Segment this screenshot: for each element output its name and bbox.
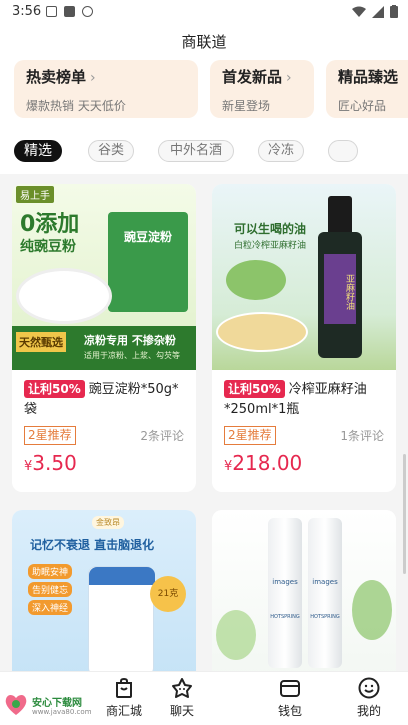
status-bar: 3:56 [0,0,408,24]
bottle-graphic: 亚麻籽油 [318,232,362,358]
can-label: HOTSPRING [310,614,340,620]
tab-label: 钱包 [277,704,302,718]
comment-count: 2条评论 [140,429,184,443]
status-time: 3:56 [12,4,42,19]
spray-can-2: images HOTSPRING [308,518,342,668]
watermark: 安心下载网 www.java80.com [2,686,106,722]
filter-chips: 精选 谷类 中外名酒 冷冻 [0,130,408,174]
rating-badge: 2星推荐 [224,426,276,445]
image-usage: 凉粉专用 不掺杂粉 [84,334,176,347]
app-header: 商联道 [0,24,408,60]
can-brand: images [312,578,338,586]
chip-grains[interactable]: 谷类 [88,140,134,162]
bottle-neck [328,196,352,236]
leaf-graphic-2 [216,610,256,660]
bottle-label: 亚麻籽油 [324,254,356,324]
wallet-icon [280,680,300,697]
watermark-logo-icon [5,695,27,715]
tab-profile[interactable]: 我的 [334,676,404,719]
category-name: 首发新品 [222,68,283,86]
chevron-right-icon: › [90,70,96,86]
image-banner: 天然甄选 凉粉专用 不掺杂粉 适用于凉粉、上浆、勾芡等 [12,326,196,370]
category-hot-list[interactable]: 热卖榜单 › 爆款热销 天天低价 [14,60,198,118]
price-value: 218.00 [232,451,303,475]
package-graphic: 豌豆淀粉 [108,212,188,312]
dish-graphic [16,268,112,324]
tab-label: 我的 [356,704,381,718]
notification-icon-3 [82,6,93,17]
image-line: 可以生喝的油 [234,222,307,236]
product-card-linseed-oil[interactable]: 可以生喝的油 白粒冷榨亚麻籽油 亚麻籽油 让利50% 冷榨亚麻籽油*250ml*1… [212,184,396,492]
watermark-title: 安心下载网 [32,698,82,709]
bottle-cap [89,567,155,585]
bottle-graphic [88,566,155,671]
notification-icon-2 [64,6,75,17]
chip-frozen[interactable]: 冷冻 [258,140,304,162]
watermark-url: www.java80.com [32,708,92,716]
page-title: 商联道 [181,33,227,51]
chip-more[interactable] [328,140,358,162]
benefit-3: 深入神经 [28,600,73,615]
product-price: ¥218.00 [224,451,384,475]
status-icons [352,5,398,18]
category-selected[interactable]: 精品臻选 匠心好品 [326,60,408,118]
can-brand: images [272,578,298,586]
chip-wine[interactable]: 中外名酒 [158,140,234,162]
category-row: 热卖榜单 › 爆款热销 天天低价 首发新品 › 新星登场 精品臻选 匠心好品 [0,60,408,130]
tab-label: 聊天 [169,704,194,718]
price-value: 3.50 [32,451,77,475]
discount-badge: 让利50% [24,380,85,398]
category-name: 精品臻选 [338,68,399,86]
leaf-graphic [352,580,392,640]
product-image: images HOTSPRING images HOTSPRING [212,510,396,671]
product-image: 可以生喝的油 白粒冷榨亚麻籽油 亚麻籽油 [212,184,396,370]
category-name: 热卖榜单 [26,68,87,86]
benefit-2: 告别健忘 [28,582,73,597]
package-label: 豌豆淀粉 [123,230,172,244]
image-badge: 天然甄选 [16,332,66,352]
signal-icon [372,5,384,18]
oil-dish-graphic [216,312,308,352]
battery-icon [390,5,398,18]
product-price: ¥3.50 [24,451,184,475]
shopping-bag-icon [116,677,132,698]
comment-count: 1条评论 [340,429,384,443]
can-label: HOTSPRING [270,614,300,620]
notification-icon [46,6,57,17]
product-grid: 易上手 0添加 纯豌豆粉 豌豆淀粉 天然甄选 凉粉专用 不掺杂粉 适用于凉粉、上… [0,174,408,671]
salad-graphic [226,260,286,300]
category-sub: 爆款热销 天天低价 [26,99,126,113]
image-brand: 金致昂 [92,516,124,529]
category-new[interactable]: 首发新品 › 新星登场 [210,60,314,118]
image-headline-2: 纯豌豆粉 [20,239,76,255]
image-tag: 易上手 [16,186,54,203]
product-title: 让利50% 冷榨亚麻籽油*250ml*1瓶 [224,380,384,420]
scrollbar[interactable] [403,454,406,574]
image-headline: 0添加 [20,212,80,237]
product-image: 金致昂 记忆不衰退 直击脑退化 助眠安神 告别健忘 深入神经 21克 [12,510,196,671]
weight-badge: 21克 [150,576,186,612]
image-line-2: 白粒冷榨亚麻籽油 [234,241,307,251]
tab-wallet[interactable]: 钱包 [255,676,325,719]
chip-featured[interactable]: 精选 [14,140,62,162]
wifi-icon [352,6,366,17]
image-usage-2: 适用于凉粉、上浆、勾芡等 [84,351,180,360]
product-card-pea-starch[interactable]: 易上手 0添加 纯豌豆粉 豌豆淀粉 天然甄选 凉粉专用 不掺杂粉 适用于凉粉、上… [12,184,196,492]
discount-badge: 让利50% [224,380,285,398]
product-image: 易上手 0添加 纯豌豆粉 豌豆淀粉 天然甄选 凉粉专用 不掺杂粉 适用于凉粉、上… [12,184,196,370]
spray-can-1: images HOTSPRING [268,518,302,668]
product-card-supplement[interactable]: 金致昂 记忆不衰退 直击脑退化 助眠安神 告别健忘 深入神经 21克 [12,510,196,671]
smiley-icon [358,677,380,699]
rating-badge: 2星推荐 [24,426,76,445]
chevron-right-icon: › [286,70,292,86]
image-headline: 记忆不衰退 直击脑退化 [30,538,155,552]
product-card-spray[interactable]: images HOTSPRING images HOTSPRING [212,510,396,671]
benefit-1: 助眠安神 [28,564,73,579]
chat-star-icon [172,678,192,698]
category-sub: 新星登场 [222,99,271,113]
category-sub: 匠心好品 [338,99,387,113]
product-title: 让利50% 豌豆淀粉*50g*袋 [24,380,184,420]
tab-chat[interactable]: 聊天 [147,676,217,719]
